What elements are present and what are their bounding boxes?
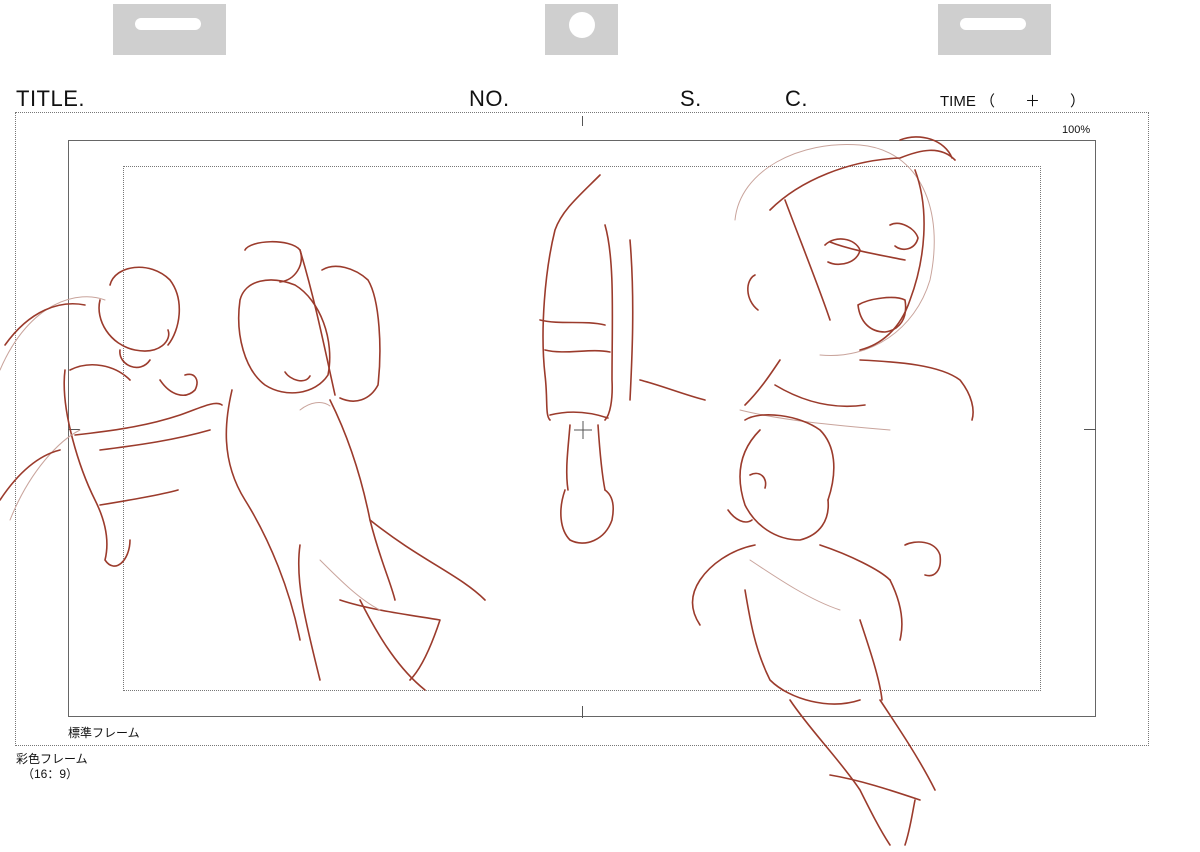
- sketch-figure-raised-fists: [225, 240, 486, 691]
- sketch-figure-small-kid: [0, 266, 223, 567]
- sketch-arm-study: [539, 174, 706, 544]
- sketch-boy-head: [734, 136, 974, 431]
- sketch-boy-running: [691, 414, 942, 846]
- animation-sketch-canvas: [0, 136, 974, 846]
- center-crosshair-icon: [574, 421, 592, 439]
